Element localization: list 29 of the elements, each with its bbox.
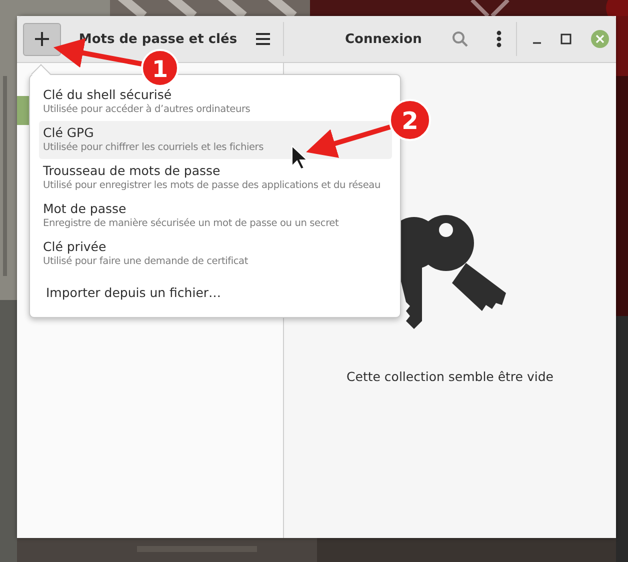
menu-item-description: Enregistre de manière sécurisée un mot de passe ou un secret	[43, 217, 340, 231]
annotation-badge: 1	[141, 49, 179, 87]
menu-item[interactable]: Trousseau de mots de passe Utilisé pour enregistrer les mots de passe des applications et du réseau	[39, 159, 392, 197]
plus-icon	[34, 31, 50, 47]
menu-item-description: Utilisé pour enregistrer les mots de passe des applications et du réseau	[43, 179, 382, 193]
menu-item-title: Clé privée	[43, 239, 108, 255]
maximize-button[interactable]	[560, 33, 572, 45]
login-button[interactable]: Connexion	[345, 32, 422, 46]
cursor-icon	[292, 144, 308, 170]
menu-item-title: Clé GPG	[43, 125, 95, 141]
add-button[interactable]	[23, 22, 61, 56]
search-button[interactable]	[452, 31, 468, 47]
menu-icon	[255, 32, 271, 46]
menu-item-title: Trousseau de mots de passe	[43, 163, 222, 179]
kebab-menu-icon	[496, 30, 502, 48]
menu-item-description: Utilisée pour chiffrer les courriels et les fichiers	[43, 141, 265, 155]
menu-item-title: Clé du shell sécurisé	[43, 87, 173, 103]
menu-item-title: Mot de passe	[43, 201, 128, 217]
menu-button[interactable]	[255, 32, 271, 46]
empty-state-message: Cette collection semble être vide	[346, 369, 554, 384]
menu-item[interactable]: Clé GPG Utilisée pour chiffrer les courriels et les fichiers	[39, 121, 392, 159]
annotation-badge: 2	[389, 99, 431, 141]
menu-item[interactable]: Clé privée Utilisé pour faire une demande de certificat	[39, 235, 392, 273]
menu-item[interactable]: Mot de passe Enregistre de manière sécurisée un mot de passe ou un secret	[39, 197, 392, 235]
menu-item-description: Utilisée pour accéder à d’autres ordinateurs	[43, 103, 252, 117]
more-button[interactable]	[496, 30, 502, 48]
search-icon	[452, 31, 468, 47]
import-menu-item[interactable]: Importer depuis un fichier…	[39, 273, 392, 307]
menu-item-description: Utilisé pour faire une demande de certificat	[43, 255, 250, 269]
